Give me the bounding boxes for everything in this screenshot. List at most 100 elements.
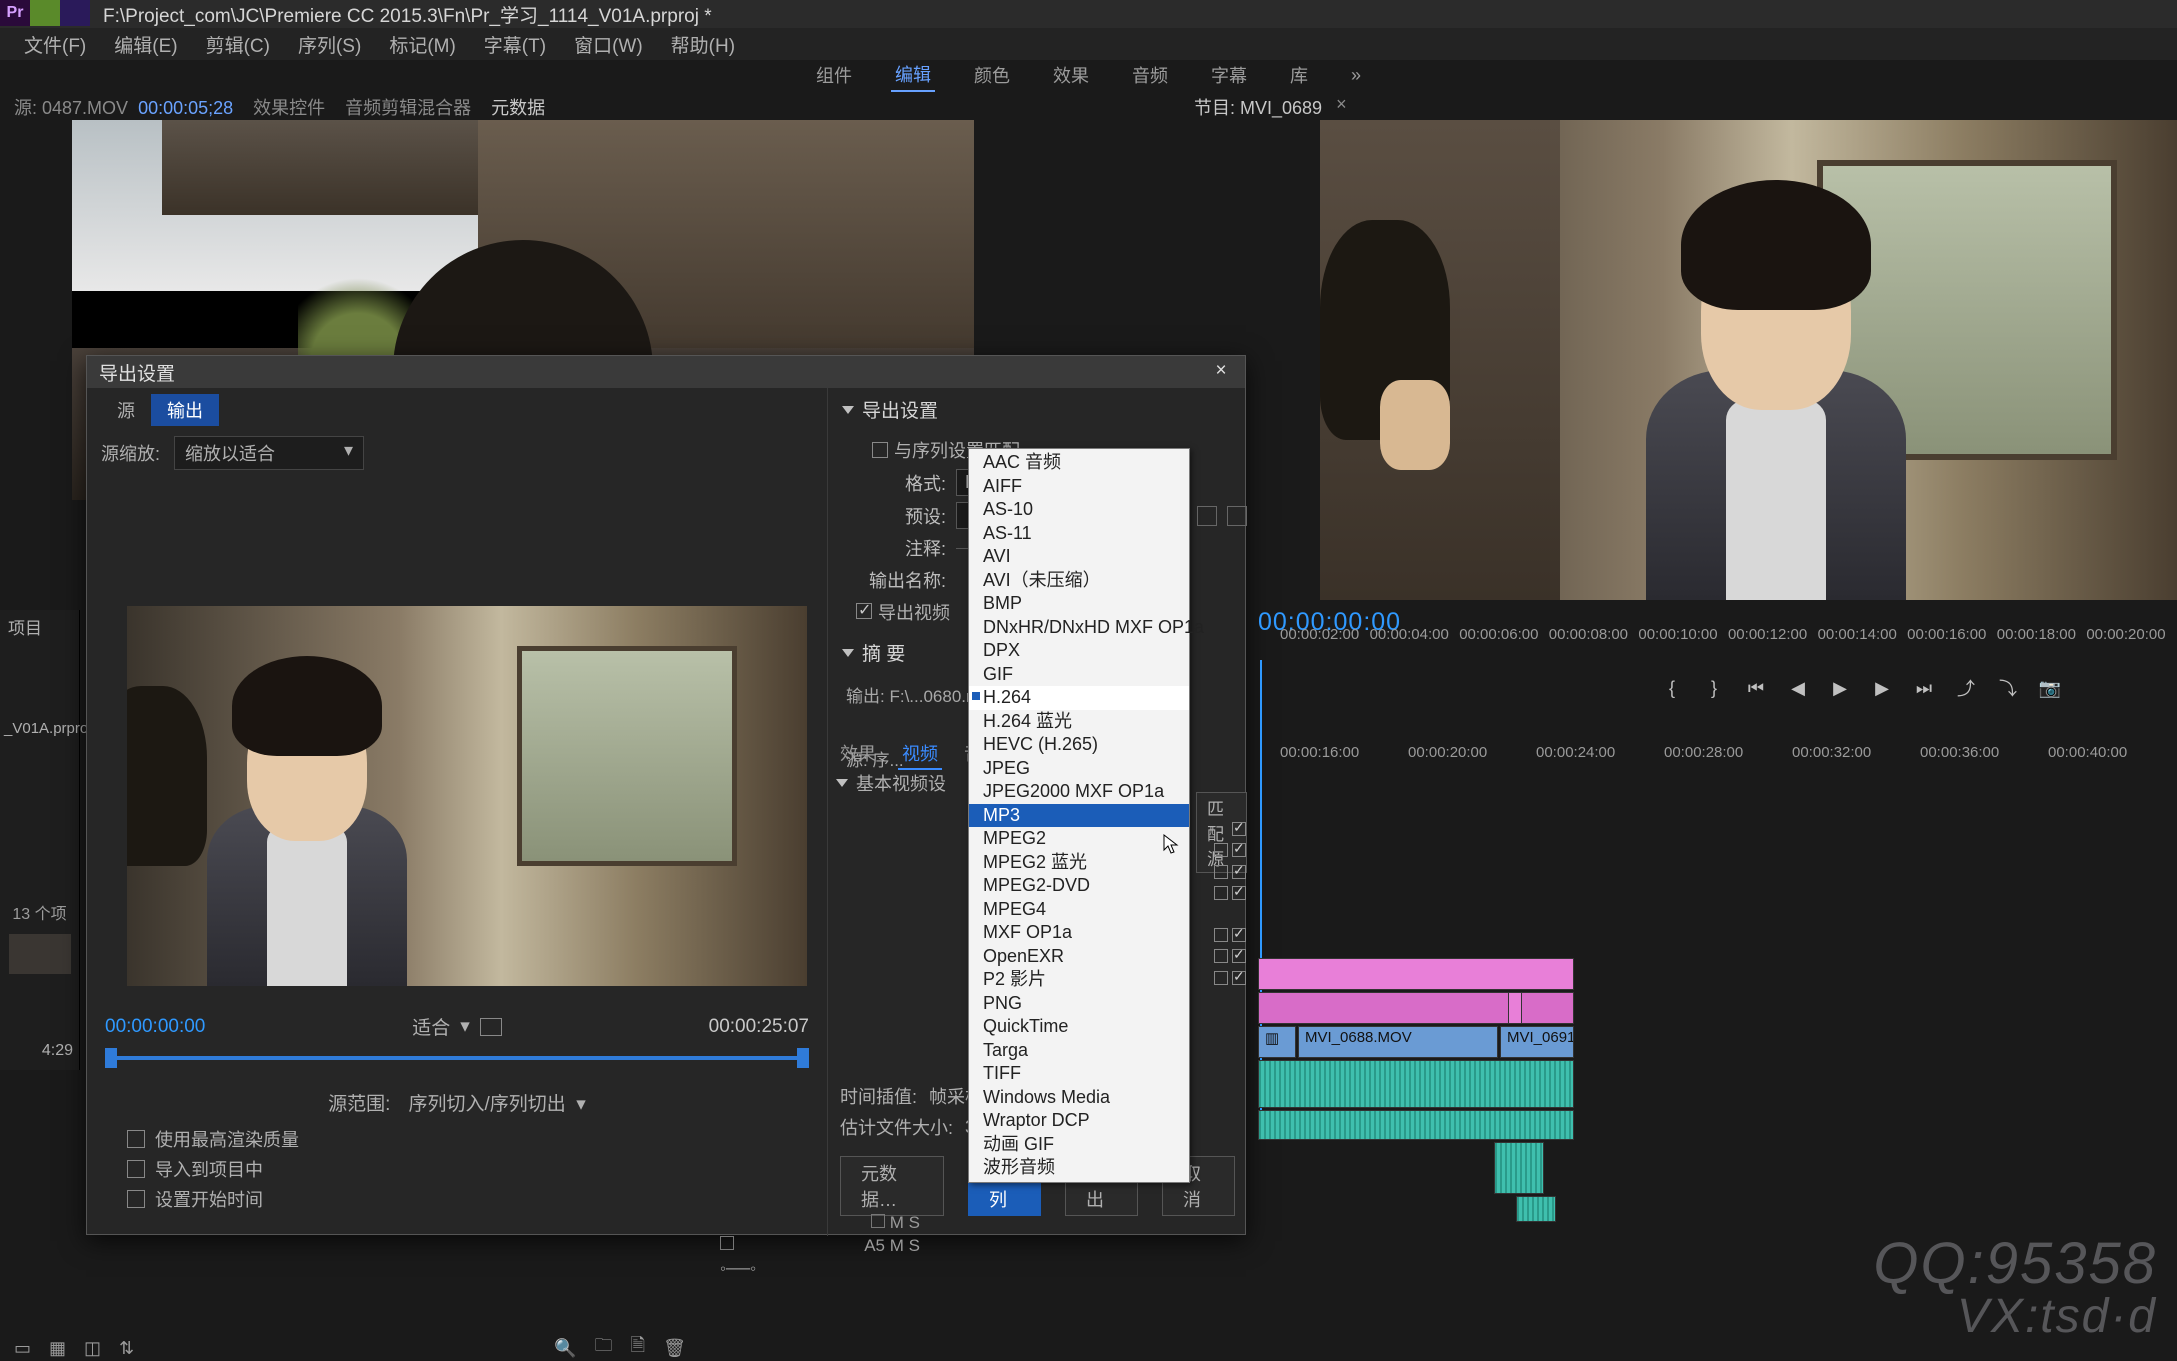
format-option[interactable]: MPEG4 <box>969 898 1189 922</box>
format-option[interactable]: AAC 音频 <box>969 451 1189 475</box>
dialog-close-icon[interactable]: × <box>1209 360 1233 384</box>
format-option[interactable]: AVI（未压缩） <box>969 569 1189 593</box>
go-to-out-icon[interactable]: ⏭ <box>1912 676 1936 700</box>
tab-effects[interactable]: 效果 <box>836 738 880 770</box>
track-target-icon[interactable] <box>720 1236 734 1250</box>
menu-marker[interactable]: 标记(M) <box>375 27 469 62</box>
summary-twisty-icon[interactable] <box>842 649 854 657</box>
vs-check-4a[interactable] <box>1214 886 1228 900</box>
tab-effect-controls[interactable]: 效果控件 <box>253 94 325 114</box>
tab-metadata[interactable]: 元数据 <box>491 94 545 114</box>
menu-title[interactable]: 字幕(T) <box>470 27 560 62</box>
range-slider[interactable] <box>105 1048 809 1068</box>
export-frame-icon[interactable]: 📷 <box>2038 676 2062 700</box>
sort-icon[interactable]: ⇅ <box>119 1338 134 1359</box>
match-sequence-checkbox[interactable] <box>872 442 888 458</box>
format-option[interactable]: AVI <box>969 545 1189 569</box>
step-back-icon[interactable]: ◀ <box>1786 676 1810 700</box>
in-timecode[interactable]: 00:00:00:00 <box>105 1016 205 1038</box>
format-option[interactable]: DNxHR/DNxHD MXF OP1a <box>969 616 1189 640</box>
workspace-audio[interactable]: 音频 <box>1128 59 1172 91</box>
menu-window[interactable]: 窗口(W) <box>560 27 657 62</box>
play-icon[interactable]: ▶ <box>1828 676 1852 700</box>
vs-check-3a[interactable] <box>1214 865 1228 879</box>
tab-source-preview[interactable]: 源 <box>101 394 151 426</box>
format-option[interactable]: AIFF <box>969 475 1189 499</box>
fit-dropdown-icon[interactable]: ▾ <box>460 1015 470 1038</box>
tab-close-icon[interactable]: × <box>1336 94 1347 114</box>
clip-v3-a[interactable] <box>1258 958 1574 990</box>
new-item-icon[interactable]: 🗎 <box>631 1333 645 1361</box>
vs-check-5a[interactable] <box>1214 928 1228 942</box>
vs-check-7a[interactable] <box>1214 971 1228 985</box>
project-thumb[interactable] <box>9 934 71 974</box>
metadata-button[interactable]: 元数据… <box>840 1156 944 1216</box>
workspace-titles[interactable]: 字幕 <box>1207 59 1251 91</box>
timeline-ruler[interactable]: 00:00:16:0000:00:20:0000:00:24:0000:00:2… <box>1280 744 2176 764</box>
trash-icon[interactable]: 🗑 <box>663 1338 686 1359</box>
clip-a1[interactable] <box>1258 1060 1574 1108</box>
go-to-in-icon[interactable]: ⏮ <box>1744 676 1768 700</box>
workspace-overflow-icon[interactable]: » <box>1347 62 1365 89</box>
format-option[interactable]: MPEG2 <box>969 827 1189 851</box>
delete-preset-icon[interactable] <box>1227 506 1247 526</box>
tab-output-preview[interactable]: 输出 <box>151 394 219 426</box>
tab-source[interactable]: 源: 0487.MOV 00:00:05;28 <box>14 94 233 114</box>
workspace-assembly[interactable]: 组件 <box>812 59 856 91</box>
format-option[interactable]: AS-10 <box>969 498 1189 522</box>
clip-a2[interactable] <box>1258 1110 1574 1140</box>
format-option[interactable]: 波形音频 <box>969 1156 1189 1180</box>
workspace-library[interactable]: 库 <box>1286 59 1312 91</box>
list-view-icon[interactable]: ▭ <box>14 1338 31 1359</box>
clip-a3[interactable] <box>1494 1142 1544 1194</box>
extract-icon[interactable]: ⤵ <box>1996 676 2020 700</box>
menu-clip[interactable]: 剪辑(C) <box>192 27 284 62</box>
workspace-effects[interactable]: 效果 <box>1049 59 1093 91</box>
format-option[interactable]: TIFF <box>969 1062 1189 1086</box>
clip-v1-a[interactable]: ▥ <box>1258 1026 1296 1058</box>
zoom-slider[interactable]: ◦──◦ <box>720 1259 756 1279</box>
format-option[interactable]: GIF <box>969 663 1189 687</box>
format-option[interactable]: DPX <box>969 639 1189 663</box>
lift-icon[interactable]: ⤴ <box>1954 676 1978 700</box>
basic-video-twisty-icon[interactable] <box>836 779 848 787</box>
source-range-dropdown[interactable]: 序列切入/序列切出 ▾ <box>408 1089 585 1116</box>
mute-icon[interactable] <box>871 1214 885 1228</box>
format-option[interactable]: AS-11 <box>969 522 1189 546</box>
search-icon[interactable]: 🔍 <box>554 1338 576 1359</box>
clip-v1-c[interactable]: MVI_0691... <box>1500 1026 1574 1058</box>
format-option[interactable]: BMP <box>969 592 1189 616</box>
new-bin-icon[interactable]: 🗀 <box>595 1333 613 1361</box>
import-preset-icon[interactable] <box>1197 506 1217 526</box>
step-fwd-icon[interactable]: ▶ <box>1870 676 1894 700</box>
mark-out-icon[interactable]: } <box>1702 676 1726 700</box>
menu-edit[interactable]: 编辑(E) <box>100 27 191 62</box>
tab-program[interactable]: 节目: MVI_0689 <box>1194 94 1322 114</box>
program-ruler[interactable]: 00:00:02:0000:00:04:0000:00:06:0000:00:0… <box>1280 626 2176 646</box>
clip-v2-cut[interactable] <box>1508 992 1522 1024</box>
export-video-checkbox[interactable] <box>856 603 872 619</box>
format-option[interactable]: Windows Media <box>969 1086 1189 1110</box>
icon-view-icon[interactable]: ▦ <box>49 1338 66 1359</box>
format-option[interactable]: PNG <box>969 992 1189 1016</box>
format-option[interactable]: MPEG2-DVD <box>969 874 1189 898</box>
tab-video[interactable]: 视频 <box>898 738 942 770</box>
aspect-ratio-icon[interactable] <box>480 1018 502 1036</box>
dialog-titlebar[interactable]: 导出设置 × <box>87 356 1245 388</box>
menu-file[interactable]: 文件(F) <box>10 27 100 62</box>
range-handle-out[interactable] <box>797 1048 809 1068</box>
set-start-checkbox[interactable] <box>127 1190 145 1208</box>
format-option[interactable]: Wraptor DCP <box>969 1109 1189 1133</box>
clip-v1-b[interactable]: MVI_0688.MOV <box>1298 1026 1498 1058</box>
format-option[interactable]: Targa <box>969 1039 1189 1063</box>
format-option[interactable]: MPEG2 蓝光 <box>969 851 1189 875</box>
workspace-color[interactable]: 颜色 <box>970 59 1014 91</box>
format-option[interactable]: MXF OP1a <box>969 921 1189 945</box>
mark-in-icon[interactable]: { <box>1660 676 1684 700</box>
workspace-editing[interactable]: 编辑 <box>891 58 935 92</box>
menu-help[interactable]: 帮助(H) <box>657 27 749 62</box>
vs-check-6a[interactable] <box>1214 949 1228 963</box>
format-option[interactable]: OpenEXR <box>969 945 1189 969</box>
source-scaling-dropdown[interactable]: 缩放以适合▾ <box>174 436 364 470</box>
format-option[interactable]: 动画 GIF <box>969 1133 1189 1157</box>
